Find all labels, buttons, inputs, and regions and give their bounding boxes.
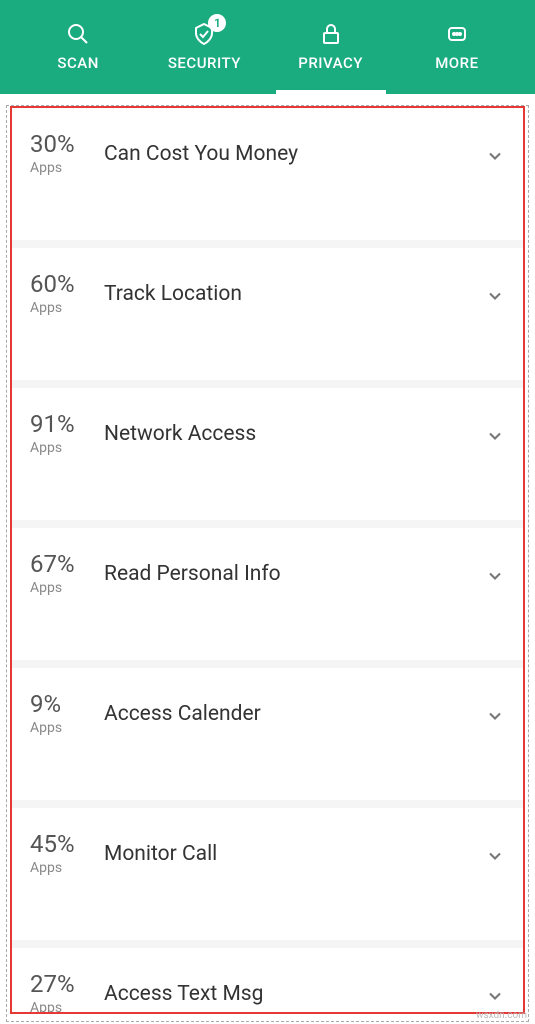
list-item[interactable]: 27% AppsAccess Text Msg: [12, 948, 523, 1014]
chevron-down-icon: [485, 270, 505, 310]
item-stats: 91% Apps: [30, 410, 100, 456]
chevron-down-icon: [485, 690, 505, 730]
tab-label: SCAN: [57, 54, 98, 72]
list-item[interactable]: 67% AppsRead Personal Info: [12, 528, 523, 660]
tab-privacy[interactable]: PRIVACY: [268, 0, 394, 94]
chevron-down-icon: [485, 130, 505, 170]
privacy-list: 30%AppsCan Cost You Money60%AppsTrack Lo…: [12, 108, 523, 1012]
search-icon: [66, 22, 90, 46]
item-title: Can Cost You Money: [100, 130, 485, 166]
item-apps-label: Apps: [30, 300, 100, 316]
item-title: Network Access: [100, 410, 485, 446]
shield-icon: 1: [192, 22, 216, 46]
item-title: Read Personal Info: [100, 550, 485, 586]
item-stats: 27% Apps: [30, 970, 100, 1014]
item-percent: 30%: [30, 130, 100, 158]
item-stats: 30% Apps: [30, 130, 100, 176]
chevron-down-icon: [485, 550, 505, 590]
list-item[interactable]: 45% AppsMonitor Call: [12, 808, 523, 940]
list-item[interactable]: 30% AppsCan Cost You Money: [12, 108, 523, 240]
chevron-down-icon: [485, 410, 505, 450]
chevron-down-icon: [485, 830, 505, 870]
more-icon: [445, 22, 469, 46]
lock-icon: [319, 22, 343, 46]
tab-security[interactable]: 1 SECURITY: [141, 0, 267, 94]
item-percent: 45%: [30, 830, 100, 858]
item-apps-label: Apps: [30, 160, 100, 176]
item-title: Access Calender: [100, 690, 485, 726]
tab-label: SECURITY: [168, 54, 241, 72]
item-percent: 91%: [30, 410, 100, 438]
list-item[interactable]: 91% AppsNetwork Access: [12, 388, 523, 520]
item-percent: 67%: [30, 550, 100, 578]
item-percent: 60%: [30, 270, 100, 298]
item-title: Monitor Call: [100, 830, 485, 866]
tab-label: PRIVACY: [298, 54, 363, 72]
item-title: Track Location: [100, 270, 485, 306]
item-stats: 45% Apps: [30, 830, 100, 876]
item-percent: 9%: [30, 690, 100, 718]
header-tabs: SCAN 1 SECURITY PRIVACY MORE: [0, 0, 535, 94]
item-apps-label: Apps: [30, 720, 100, 736]
item-apps-label: Apps: [30, 440, 100, 456]
item-percent: 27%: [30, 970, 100, 998]
list-item[interactable]: 60% AppsTrack Location: [12, 248, 523, 380]
item-apps-label: Apps: [30, 1000, 100, 1014]
security-badge: 1: [208, 14, 226, 32]
item-title: Access Text Msg: [100, 970, 485, 1006]
tab-scan[interactable]: SCAN: [15, 0, 141, 94]
item-stats: 67% Apps: [30, 550, 100, 596]
highlight-frame: 30%AppsCan Cost You Money60%AppsTrack Lo…: [10, 106, 525, 1014]
watermark: wsxdn.com: [476, 1010, 527, 1021]
item-apps-label: Apps: [30, 580, 100, 596]
list-item[interactable]: 9% AppsAccess Calender: [12, 668, 523, 800]
item-stats: 60% Apps: [30, 270, 100, 316]
tab-more[interactable]: MORE: [394, 0, 520, 94]
chevron-down-icon: [485, 970, 505, 1010]
tab-label: MORE: [435, 54, 478, 72]
item-apps-label: Apps: [30, 860, 100, 876]
item-stats: 9% Apps: [30, 690, 100, 736]
